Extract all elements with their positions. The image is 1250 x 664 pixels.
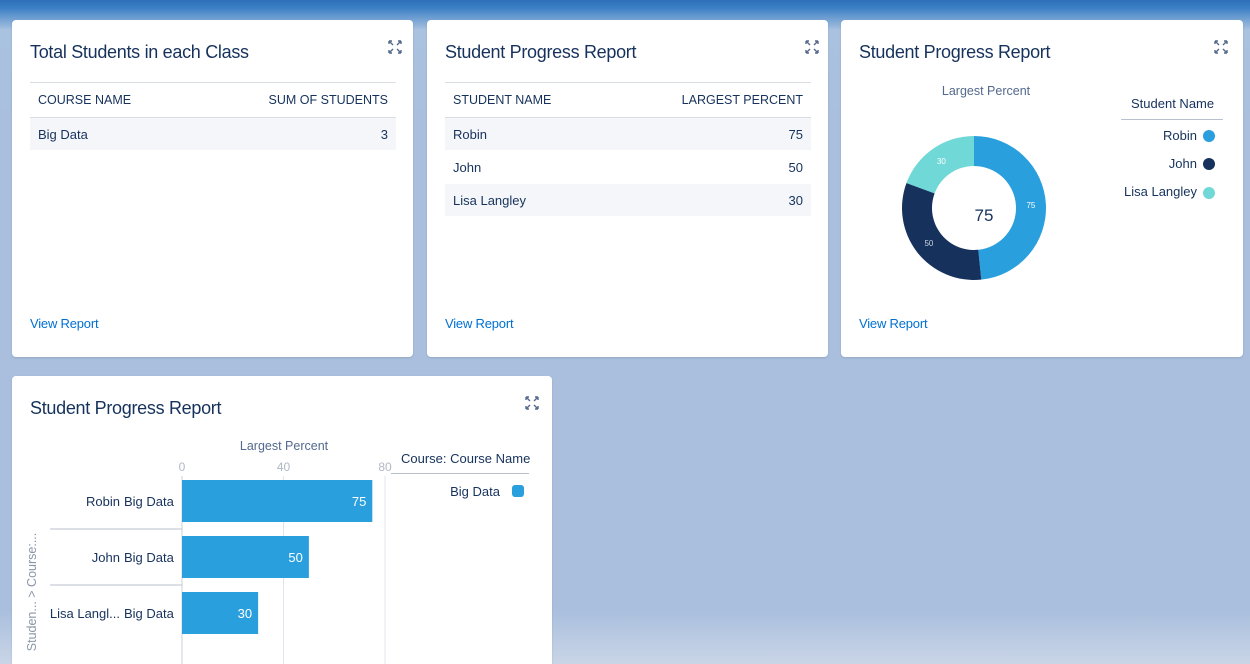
category-student-label: Lisa Langl... [50,606,120,621]
legend-title: Student Name [1131,96,1215,111]
donut-slice-label: 50 [924,239,933,248]
category-course-label: Big Data [124,606,175,621]
card-title: Student Progress Report [859,42,1051,62]
card-title: Total Students in each Class [30,42,249,62]
legend-item-lisa-langley[interactable]: Lisa Langley [1124,184,1197,199]
card-student-progress-bar: Student Progress Report Largest Percent … [12,376,552,664]
expand-icon[interactable] [805,40,819,54]
view-report-link[interactable]: View Report [859,316,928,331]
table-header: COURSE NAME SUM OF STUDENTS [30,82,396,118]
bar-value-label: 75 [352,494,366,509]
legend-title: Course: Course Name [401,451,531,466]
bar-value-label: 30 [238,606,252,621]
table-row[interactable]: Big Data 3 [30,118,396,150]
legend-swatch-robin [1203,130,1215,142]
chart-title: Largest Percent [240,439,329,453]
donut-slice-label: 75 [1026,201,1035,210]
expand-icon[interactable] [388,40,402,54]
card-total-students: Total Students in each Class COURSE NAME… [12,20,413,357]
category-course-label: Big Data [124,494,175,509]
column-header-largest-percent[interactable]: LARGEST PERCENT [682,93,803,107]
cell-student-name: Robin [453,126,487,142]
progress-table: STUDENT NAME LARGEST PERCENT Robin 75 Jo… [445,82,811,216]
cell-percent: 50 [788,159,803,175]
column-header-course-name[interactable]: COURSE NAME [38,93,131,107]
legend-swatch-lisa-langley [1203,187,1215,199]
category-course-label: Big Data [124,550,175,565]
x-tick-label: 0 [179,460,186,474]
bar-value-label: 50 [288,550,302,565]
donut-slice-label: 30 [937,157,946,166]
expand-icon[interactable] [1214,40,1228,54]
legend-item-robin[interactable]: Robin [1163,128,1197,143]
legend-swatch-big-data [512,485,524,497]
cell-student-name: Lisa Langley [453,192,526,208]
cell-percent: 75 [788,126,803,142]
chart-title: Largest Percent [942,84,1031,98]
donut-chart: Largest Percent 75 50 30 75 [902,84,1046,280]
table-header: STUDENT NAME LARGEST PERCENT [445,82,811,118]
x-tick-label: 40 [277,460,291,474]
category-student-label: John [92,550,120,565]
category-student-label: Robin [86,494,120,509]
table-row[interactable]: John 50 [445,150,811,184]
y-axis-label: Studen... > Course:... [25,533,39,651]
table-row[interactable]: Lisa Langley 30 [445,184,811,216]
x-tick-label: 80 [378,460,392,474]
cell-student-name: John [453,159,482,175]
card-title: Student Progress Report [445,42,637,62]
legend-swatch-john [1203,158,1215,170]
card-student-progress-donut: Student Progress Report Largest Percent … [841,20,1243,357]
cell-course: Big Data [38,126,88,142]
bar-robin[interactable] [182,480,373,522]
view-report-link[interactable]: View Report [445,316,514,331]
column-header-student-name[interactable]: STUDENT NAME [453,93,551,107]
donut-slice-john[interactable] [902,182,982,280]
bar-chart: Largest Percent Studen... > Course:... 0… [25,439,392,664]
cell-percent: 30 [788,192,803,208]
legend-divider [391,473,529,474]
legend-divider [1121,119,1223,120]
legend-item-john[interactable]: John [1169,156,1197,171]
column-header-sum-of-students[interactable]: SUM OF STUDENTS [269,93,388,107]
cell-sum: 3 [380,126,388,142]
table-row[interactable]: Robin 75 [445,118,811,150]
legend-item-big-data[interactable]: Big Data [450,484,500,499]
view-report-link[interactable]: View Report [30,316,99,331]
summary-table: COURSE NAME SUM OF STUDENTS Big Data 3 [30,82,396,150]
card-student-progress-table: Student Progress Report STUDENT NAME LAR… [427,20,828,357]
donut-center-value: 75 [975,206,994,225]
